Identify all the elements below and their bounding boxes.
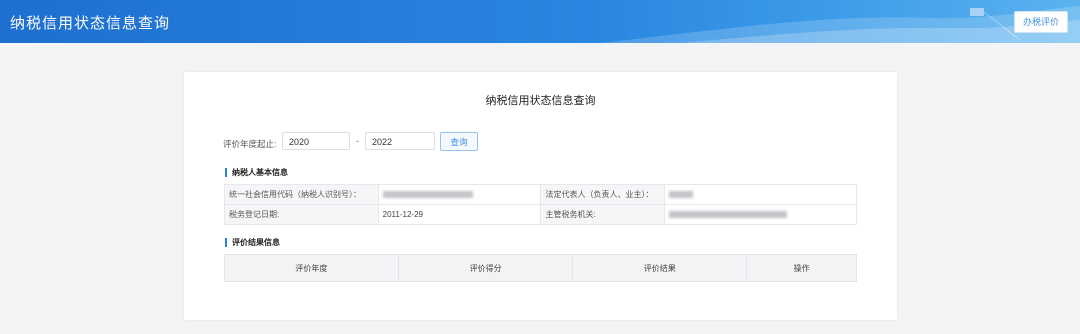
column-header-score: 评价得分 [397, 254, 574, 282]
tax-authority-value [664, 204, 857, 225]
top-header: 纳税信用状态信息查询 办税评价 [0, 0, 1080, 43]
header-decoration [600, 6, 1080, 43]
legal-rep-value [664, 184, 857, 205]
reg-date-value: 2011-12-29 [377, 204, 542, 225]
card-title: 纳税信用状态信息查询 [485, 95, 596, 107]
table-row: 统一社会信用代码（纳税人识别号）： 法定代表人（负责人、业主）： [224, 184, 857, 205]
query-card: 纳税信用状态信息查询 评价年度起止: 2020 - 2022 查询 纳税人基本信… [184, 72, 897, 320]
end-year-input[interactable]: 2022 [365, 132, 435, 150]
column-header-result: 评价结果 [572, 254, 748, 282]
table-header-row: 评价年度 评价得分 评价结果 操作 [224, 254, 857, 282]
start-year-input[interactable]: 2020 [282, 132, 350, 150]
legal-rep-label: 法定代表人（负责人、业主）： [540, 184, 666, 205]
credit-code-value [377, 184, 542, 205]
column-header-year: 评价年度 [224, 254, 399, 282]
table-row: 税务登记日期: 2011-12-29 主管税务机关: [224, 204, 857, 225]
range-separator: - [356, 136, 359, 146]
page-title: 纳税信用状态信息查询 [10, 15, 171, 32]
redacted-value [669, 211, 788, 219]
results-table: 评价年度 评价得分 评价结果 操作 [224, 254, 857, 282]
basic-info-section-title: 纳税人基本信息 [225, 168, 288, 177]
column-header-action: 操作 [746, 254, 857, 282]
year-range-label: 评价年度起止: [223, 139, 277, 149]
query-button[interactable]: 查询 [440, 132, 478, 151]
redacted-value [669, 191, 694, 199]
tax-evaluation-button[interactable]: 办税评价 [1014, 11, 1068, 33]
reg-date-label: 税务登记日期: [224, 204, 379, 225]
results-section-title: 评价结果信息 [225, 238, 280, 247]
tax-authority-label: 主管税务机关: [540, 204, 666, 225]
basic-info-table: 统一社会信用代码（纳税人识别号）： 法定代表人（负责人、业主）： 税务登记日期:… [224, 184, 857, 225]
redacted-value [382, 191, 473, 199]
credit-code-label: 统一社会信用代码（纳税人识别号）： [224, 184, 379, 205]
